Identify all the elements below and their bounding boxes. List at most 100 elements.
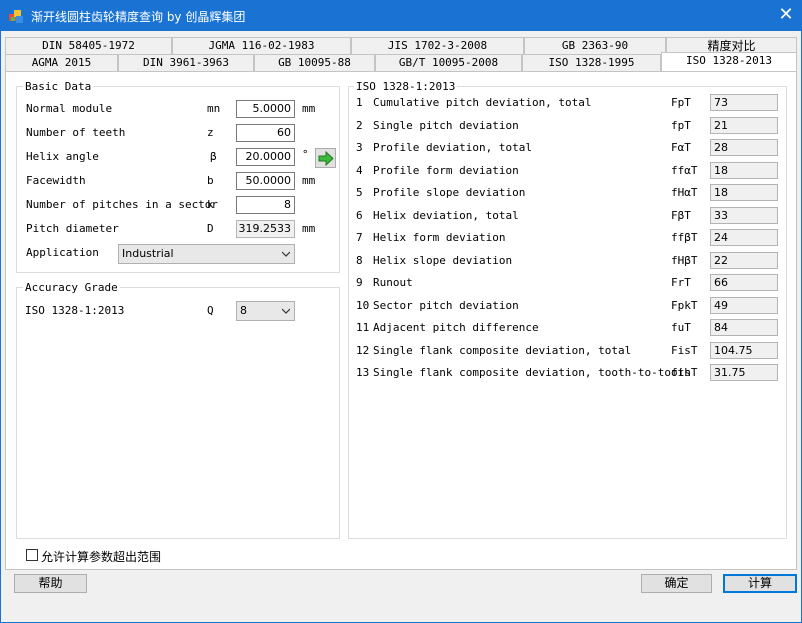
calculate-button[interactable]: 计算 (723, 574, 797, 593)
tab-gbt-10095-2008[interactable]: GB/T 10095-2008 (375, 54, 522, 71)
facewidth-label: Facewidth (26, 174, 86, 187)
result-value: 84 (710, 319, 778, 336)
accuracy-grade-symbol: Q (207, 304, 214, 317)
result-label: Helix slope deviation (373, 253, 513, 267)
facewidth-symbol: b (207, 174, 214, 187)
apply-helix-button[interactable] (315, 148, 336, 168)
result-value: 22 (710, 251, 778, 269)
result-value: 18 (710, 161, 778, 179)
result-value: 66 (710, 274, 778, 291)
tab-jis-1702[interactable]: JIS 1702-3-2008 (351, 37, 524, 54)
results-title: ISO 1328-1:2013 (354, 80, 458, 93)
result-symbol: fisT (671, 366, 698, 379)
tab-gb-10095-88[interactable]: GB 10095-88 (254, 54, 375, 71)
result-index: 6 (356, 208, 363, 222)
pitches-sector-symbol: k (207, 198, 214, 211)
result-symbol: FpT (671, 96, 691, 109)
result-value: 73 (710, 94, 778, 111)
result-label: Single flank composite deviation, tooth-… (373, 366, 691, 379)
teeth-number-label: Number of teeth (26, 126, 126, 139)
title-bar: 渐开线圆柱齿轮精度查询 by 创晶辉集团 ✕ (0, 0, 802, 31)
tab-jgma-116[interactable]: JGMA 116-02-1983 (172, 37, 351, 54)
result-index: 7 (356, 231, 363, 244)
accuracy-grade-value: 8 (240, 304, 247, 317)
tab-gb-2363[interactable]: GB 2363-90 (524, 37, 666, 54)
application-value: Industrial (122, 247, 174, 260)
result-value: 21 (710, 116, 778, 134)
accuracy-grade-group (16, 287, 340, 539)
tab-agma-2015[interactable]: AGMA 2015 (5, 54, 118, 71)
allow-out-of-range-checkbox[interactable] (26, 549, 38, 561)
tab-iso-1328-2013[interactable]: ISO 1328-2013 (661, 52, 797, 71)
teeth-number-symbol: z (207, 126, 214, 139)
result-index: 11 (356, 321, 370, 334)
result-label: Helix deviation, total (373, 208, 519, 222)
app-icon (9, 10, 23, 23)
basic-data-title: Basic Data (23, 80, 94, 93)
helix-angle-input[interactable]: 20.0000 (236, 148, 295, 166)
result-index: 2 (356, 118, 363, 132)
result-value: 104.75 (710, 341, 778, 359)
helix-angle-unit: ° (302, 148, 309, 161)
result-symbol: fuT (671, 321, 691, 334)
result-label: Cumulative pitch deviation, total (373, 96, 592, 109)
result-symbol: fpT (671, 118, 691, 132)
result-symbol: ffβT (671, 231, 698, 244)
normal-module-unit: mm (302, 102, 316, 115)
pitch-diameter-unit: mm (302, 222, 316, 235)
result-index: 8 (356, 253, 363, 267)
result-label: Profile form deviation (373, 163, 519, 177)
result-label: Single pitch deviation (373, 118, 519, 132)
result-label: Profile deviation, total (373, 141, 532, 154)
normal-module-input[interactable]: 5.0000 (236, 100, 295, 118)
chevron-down-icon (282, 251, 290, 257)
facewidth-input[interactable]: 50.0000 (236, 172, 295, 190)
tab-din-58405[interactable]: DIN 58405-1972 (5, 37, 172, 54)
close-button[interactable]: ✕ (770, 0, 802, 31)
result-value: 31.75 (710, 364, 778, 381)
window-title: 渐开线圆柱齿轮精度查询 by 创晶辉集团 (31, 10, 246, 24)
normal-module-label: Normal module (26, 102, 113, 115)
result-index: 5 (356, 186, 363, 199)
result-index: 12 (356, 343, 370, 357)
result-symbol: FαT (671, 141, 691, 154)
result-index: 9 (356, 276, 363, 289)
pitch-diameter-label: Pitch diameter (26, 222, 119, 235)
result-symbol: fHβT (671, 253, 698, 267)
pitch-diameter-output: 319.2533 (236, 220, 295, 238)
application-select[interactable]: Industrial (118, 244, 295, 264)
allow-out-of-range-label: 允许计算参数超出范围 (41, 550, 162, 564)
pitch-diameter-symbol: D (207, 222, 214, 235)
result-value: 33 (710, 206, 778, 224)
result-index: 13 (356, 366, 370, 379)
result-index: 4 (356, 163, 363, 177)
result-symbol: fHαT (671, 186, 698, 199)
result-index: 1 (356, 96, 363, 109)
result-value: 18 (710, 184, 778, 201)
help-button[interactable]: 帮助 (14, 574, 87, 593)
pitches-sector-label: Number of pitches in a sector (26, 198, 219, 211)
facewidth-unit: mm (302, 174, 316, 187)
teeth-number-input[interactable]: 60 (236, 124, 295, 142)
green-arrow-right-icon (318, 151, 334, 166)
result-value: 24 (710, 229, 778, 246)
chevron-down-icon (282, 308, 290, 314)
result-label: Profile slope deviation (373, 186, 526, 199)
helix-angle-label: Helix angle (26, 150, 99, 163)
application-label: Application (26, 246, 99, 259)
result-value: 49 (710, 296, 778, 314)
normal-module-symbol: mn (207, 102, 221, 115)
ok-button[interactable]: 确定 (641, 574, 712, 593)
tab-din-3961[interactable]: DIN 3961-3963 (118, 54, 254, 71)
pitches-sector-input[interactable]: 8 (236, 196, 295, 214)
result-value: 28 (710, 139, 778, 156)
result-symbol: FpkT (671, 298, 698, 312)
accuracy-grade-title: Accuracy Grade (23, 281, 120, 294)
result-symbol: FrT (671, 276, 691, 289)
accuracy-grade-select[interactable]: 8 (236, 301, 295, 321)
result-label: Adjacent pitch difference (373, 321, 539, 334)
result-label: Helix form deviation (373, 231, 506, 244)
result-index: 10 (356, 298, 370, 312)
tab-iso-1328-1995[interactable]: ISO 1328-1995 (522, 54, 661, 71)
result-label: Runout (373, 276, 413, 289)
